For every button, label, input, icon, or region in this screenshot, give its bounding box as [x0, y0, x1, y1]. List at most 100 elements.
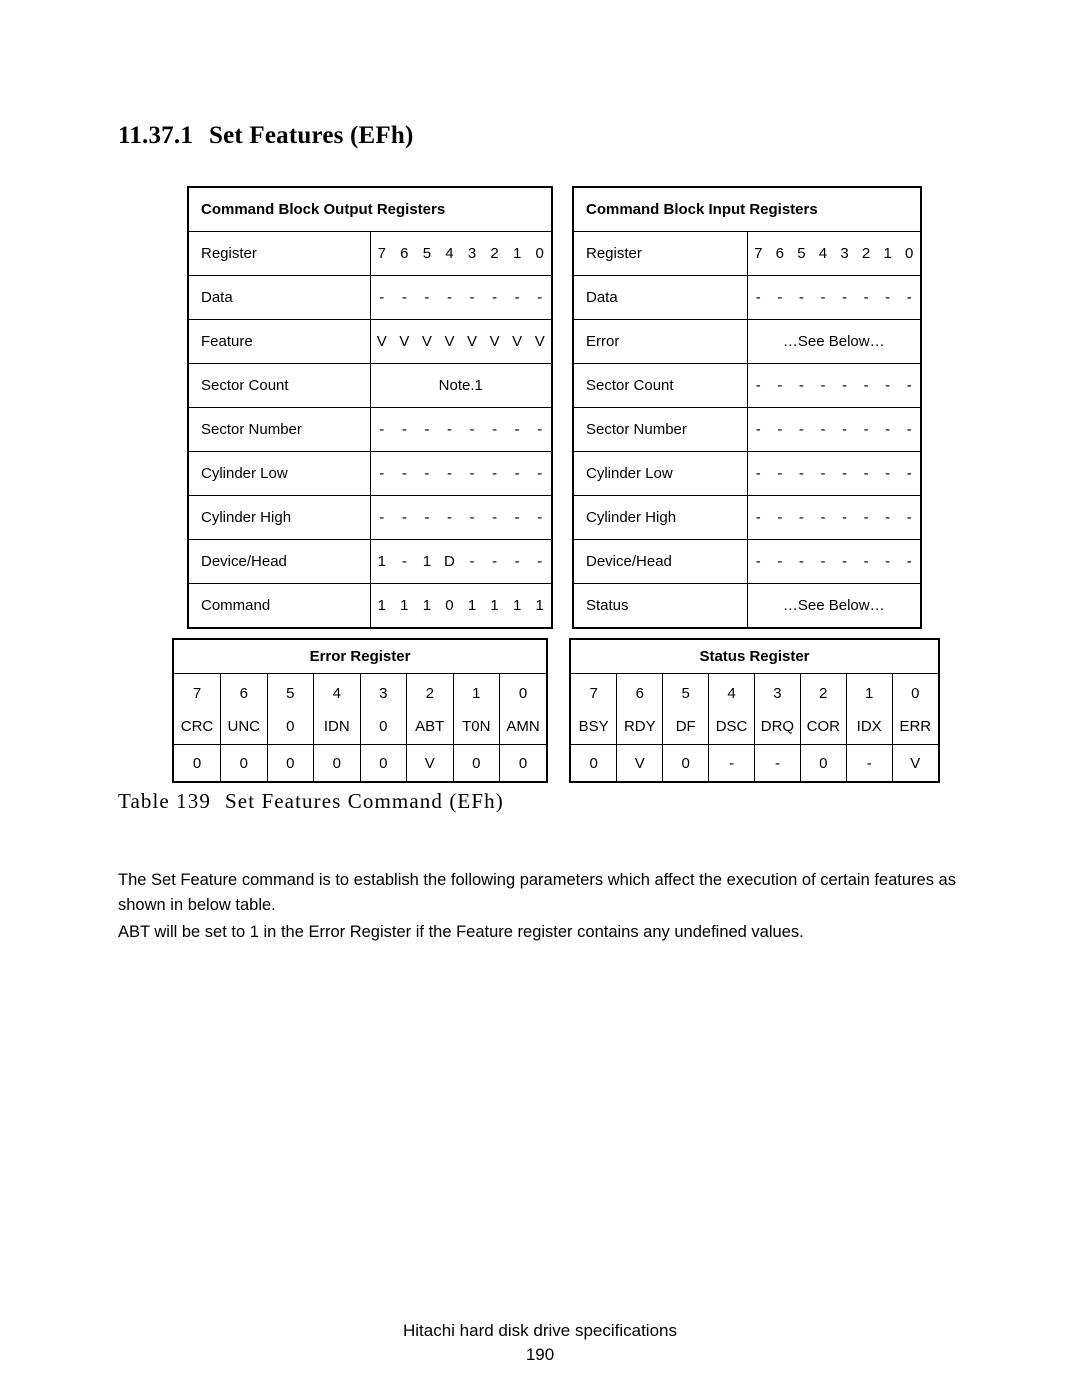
- bit-name: 0: [379, 718, 388, 735]
- bit-value: -: [469, 421, 475, 438]
- table-row: Sector Number - - - - - - - -: [574, 407, 921, 452]
- bit-value: -: [842, 421, 848, 438]
- bit-value: 1: [535, 597, 544, 614]
- row-label: Data: [574, 275, 748, 320]
- status-bit-cell: 3 DRQ: [754, 673, 801, 745]
- bit-value: -: [842, 553, 848, 570]
- bit-value: V: [512, 333, 523, 350]
- bit-header: 7: [377, 245, 386, 262]
- bit-value: -: [401, 289, 407, 306]
- table-row: Sector Number - - - - - - - -: [189, 407, 551, 452]
- bit-value: 1: [377, 553, 386, 570]
- row-label: Sector Count: [574, 363, 748, 408]
- bit-value: -: [798, 553, 804, 570]
- bit-value: -: [885, 377, 891, 394]
- table-row: Feature V V V V V V V V: [189, 319, 552, 364]
- bit-value: -: [514, 289, 520, 306]
- bit-value: -: [777, 377, 783, 394]
- section-title: Set Features (EFh): [209, 122, 414, 149]
- bit-value: -: [777, 289, 783, 306]
- bit-value: -: [906, 421, 912, 438]
- table-row: Command 1 1 1 0 1 1 1 1: [189, 583, 551, 627]
- bit-value: -: [798, 421, 804, 438]
- table-row: Register 7 6 5 4 3 2 1 0: [189, 231, 552, 276]
- table-row: Sector Count - - - - - - - -: [574, 363, 920, 408]
- bit-definition-row: 7 BSY 6 RDY 5 DF 4 DSC 3 DRQ 2 COR 1 IDX…: [571, 673, 938, 745]
- bit-value: V: [534, 333, 545, 350]
- bit-number: 1: [865, 685, 874, 702]
- status-bit-value: V: [891, 744, 938, 781]
- error-bit-value: 0: [266, 744, 314, 781]
- bit-value: -: [885, 421, 891, 438]
- table-caption-number: Table 139: [118, 789, 211, 813]
- bit-row: 7 6 5 4 3 2 1 0: [748, 232, 921, 275]
- bit-value: -: [514, 421, 520, 438]
- bit-value: -: [537, 465, 543, 482]
- bit-value: -: [424, 289, 430, 306]
- bit-value: -: [469, 465, 475, 482]
- bit-name: COR: [806, 718, 840, 735]
- command-block-input-registers-table: Command Block Input Registers Register 7…: [572, 186, 922, 629]
- bit-value-row: 0 0 0 0 0 V 0 0: [174, 744, 546, 781]
- bit-cells: - - - - - - - -: [747, 495, 920, 540]
- bit-header: 5: [797, 245, 806, 262]
- bit-value: -: [446, 509, 452, 526]
- bit-number: 4: [727, 685, 736, 702]
- row-label: Register: [574, 231, 748, 276]
- bit-header: 1: [512, 245, 522, 262]
- bit-value: -: [798, 465, 804, 482]
- row-label: Status: [574, 583, 748, 627]
- bit-number: 2: [425, 685, 434, 702]
- bit-name: T0N: [462, 718, 491, 735]
- bit-row: V V V V V V V V: [371, 320, 552, 363]
- status-bit-cell: 2 COR: [799, 673, 847, 745]
- bit-value: -: [401, 465, 407, 482]
- bit-value: -: [863, 509, 869, 526]
- bit-value: -: [492, 509, 498, 526]
- intro-paragraph: The Set Feature command is to establish …: [118, 870, 956, 914]
- bit-cells: V V V V V V V V: [370, 319, 552, 364]
- row-label: Data: [189, 275, 371, 320]
- bit-value: -: [537, 553, 543, 570]
- bit-value: -: [446, 421, 452, 438]
- status-bit-value: V: [616, 744, 664, 781]
- bit-name: ABT: [415, 718, 445, 735]
- bit-name: CRC: [180, 718, 214, 735]
- row-label: Register: [189, 231, 371, 276]
- bit-cells: - - - - - - - -: [370, 275, 551, 320]
- status-register-table: Status Register 7 BSY 6 RDY 5 DF 4 DSC 3…: [569, 638, 940, 783]
- bit-definition-row: 7 CRC 6 UNC 5 0 4 IDN 3 0 2 ABT 1 T0N 0 …: [174, 673, 546, 745]
- bit-row: 7 6 5 4 3 2 1 0: [371, 232, 552, 275]
- bit-cells: - - - - - - - -: [747, 275, 920, 320]
- bit-number: 4: [332, 685, 341, 702]
- bit-value: -: [885, 509, 891, 526]
- table-row: Data - - - - - - - -: [574, 275, 920, 320]
- bit-value: -: [842, 509, 848, 526]
- bit-value: -: [906, 289, 912, 306]
- bit-row: - - - - - - - -: [371, 452, 552, 495]
- error-bit-cell: 4 IDN: [313, 673, 361, 745]
- input-registers-title: Command Block Input Registers: [586, 201, 818, 218]
- row-label: Cylinder High: [574, 495, 748, 540]
- bit-value: -: [777, 465, 783, 482]
- bit-value: -: [863, 377, 869, 394]
- bit-header: 5: [422, 245, 432, 262]
- input-registers-grid: Command Block Input Registers Register 7…: [574, 188, 920, 627]
- error-bit-cell: 2 ABT: [406, 673, 454, 745]
- bit-row: - - - - - - - -: [748, 408, 921, 451]
- bit-value: -: [537, 289, 543, 306]
- bit-value: -: [379, 509, 385, 526]
- table-row: Cylinder Low - - - - - - - -: [574, 451, 920, 496]
- bit-header: 4: [445, 245, 454, 262]
- bit-value: 1: [400, 597, 409, 614]
- bit-value: D: [444, 553, 455, 570]
- bit-value: -: [446, 289, 452, 306]
- table-header-row: Command Block Output Registers: [189, 188, 551, 232]
- error-bit-cell: 0 AMN: [499, 673, 546, 745]
- bit-name: 0: [286, 718, 295, 735]
- bit-value: 1: [377, 597, 386, 614]
- bit-value: -: [798, 509, 804, 526]
- bit-value: -: [820, 553, 826, 570]
- bit-value: -: [820, 377, 826, 394]
- bit-header: 7: [754, 245, 763, 262]
